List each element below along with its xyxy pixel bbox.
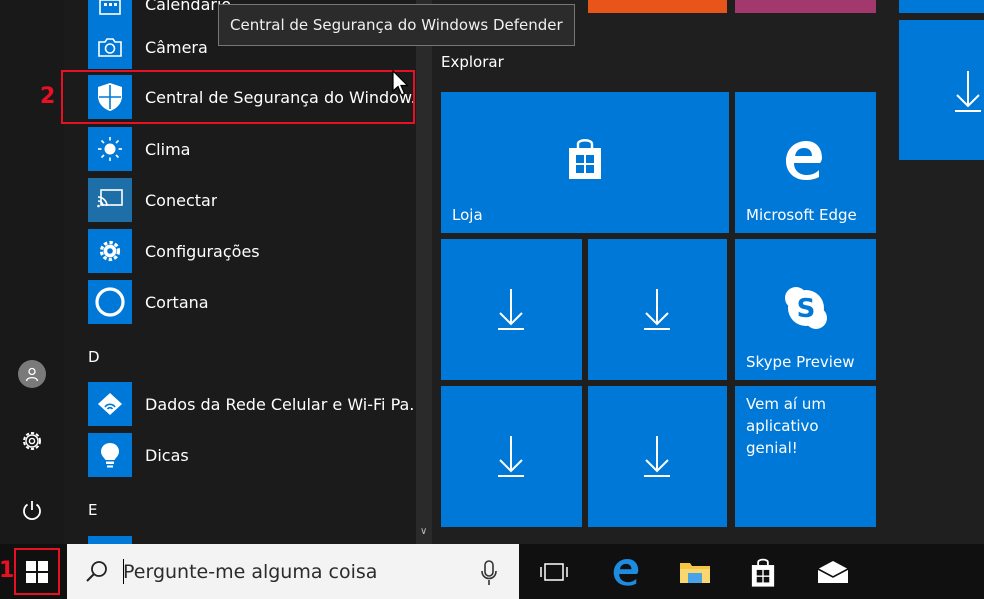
user-icon: [18, 360, 46, 388]
app-item-clima[interactable]: Clima: [88, 127, 418, 171]
app-label: Conectar: [145, 190, 218, 210]
app-label: Clima: [145, 139, 191, 159]
tile-promo[interactable]: Vem aí um aplicativo genial!: [735, 386, 876, 527]
tile-download-right[interactable]: [899, 20, 984, 160]
tile-download-4[interactable]: [588, 386, 727, 527]
download-arrow-icon: [496, 431, 526, 481]
app-item-dicas[interactable]: Dicas: [88, 433, 418, 477]
connect-cast-icon: [88, 178, 132, 222]
taskbar-file-explorer-button[interactable]: [673, 550, 717, 594]
cortana-icon: [88, 280, 132, 324]
search-box[interactable]: [67, 544, 519, 599]
settings-gear-icon: [88, 229, 132, 273]
text-caret: [123, 559, 124, 584]
user-account-button[interactable]: [12, 354, 52, 394]
download-arrow-icon: [642, 431, 672, 481]
letter-header-d[interactable]: D: [88, 348, 100, 366]
letter-header-e[interactable]: E: [88, 501, 97, 519]
taskbar-store-button[interactable]: [741, 550, 785, 594]
app-label: Dados da Rede Celular e Wi-Fi Pa...: [145, 394, 418, 414]
highlight-box-step-2: [61, 70, 415, 124]
download-arrow-icon: [953, 66, 983, 116]
file-explorer-icon: [680, 563, 710, 583]
app-label: Configurações: [145, 241, 260, 261]
search-icon: [86, 561, 107, 582]
task-view-icon: [540, 563, 568, 581]
tile-partial-right-top[interactable]: [899, 0, 984, 13]
app-list-scrollbar[interactable]: [416, 0, 432, 544]
windows-start-icon: [26, 560, 48, 583]
app-item-configuracoes[interactable]: Configurações: [88, 229, 418, 273]
edge-icon: [781, 138, 827, 182]
tooltip-text: Central de Segurança do Windows Defender: [230, 16, 563, 34]
desktop: Calendário Câmera Central de Segurança d…: [0, 0, 984, 599]
svg-text:S: S: [797, 294, 816, 324]
edge-icon: [613, 559, 639, 586]
download-arrow-icon: [496, 284, 526, 334]
start-rail: [0, 0, 64, 544]
app-label: Câmera: [145, 37, 208, 57]
mouse-cursor-icon: [392, 70, 409, 96]
taskbar-edge-button[interactable]: [604, 550, 648, 594]
microphone-icon[interactable]: [479, 559, 499, 587]
tile-loja[interactable]: Loja: [441, 92, 729, 233]
calendar-icon: [88, 0, 132, 26]
step-number-1: 1: [0, 558, 15, 583]
store-bag-icon: [565, 134, 605, 182]
skype-icon: S: [781, 283, 831, 333]
start-button[interactable]: [14, 548, 60, 595]
app-item-dados-da-rede[interactable]: Dados da Rede Celular e Wi-Fi Pa...: [88, 382, 418, 426]
tile-label: Loja: [452, 206, 483, 224]
tile-group-title[interactable]: Explorar: [441, 53, 504, 71]
tile-download-1[interactable]: [441, 239, 582, 380]
settings-gear-icon: [23, 432, 41, 450]
app-label: Dicas: [145, 445, 189, 465]
scroll-down-arrow-icon[interactable]: ∨: [420, 526, 427, 537]
download-arrow-icon: [642, 284, 672, 334]
tile-skype-preview[interactable]: S Skype Preview: [735, 239, 876, 380]
app-label: Cortana: [145, 292, 209, 312]
tile-label: Microsoft Edge: [746, 206, 857, 224]
cellular-data-icon: [88, 382, 132, 426]
app-item-conectar[interactable]: Conectar: [88, 178, 418, 222]
step-number-2: 2: [40, 84, 56, 109]
taskbar-mail-button[interactable]: [811, 550, 855, 594]
tile-microsoft-edge[interactable]: Microsoft Edge: [735, 92, 876, 233]
tooltip: Central de Segurança do Windows Defender: [218, 4, 575, 46]
start-menu: Calendário Câmera Central de Segurança d…: [0, 0, 984, 580]
taskbar: 1: [0, 544, 984, 599]
app-item-cortana[interactable]: Cortana: [88, 280, 418, 324]
task-view-button[interactable]: [532, 550, 576, 594]
power-button[interactable]: [12, 490, 52, 530]
search-input[interactable]: [123, 557, 463, 587]
tile-promo-text: Vem aí um aplicativo genial!: [746, 395, 826, 457]
tile-download-3[interactable]: [441, 386, 582, 527]
power-icon: [23, 501, 41, 521]
settings-button[interactable]: [12, 421, 52, 461]
store-icon: [751, 558, 775, 587]
tile-download-2[interactable]: [588, 239, 727, 380]
tile-label: Skype Preview: [746, 353, 855, 371]
lightbulb-icon: [88, 433, 132, 477]
tile-partial-orange[interactable]: [588, 0, 727, 13]
camera-icon: [88, 25, 132, 69]
mail-icon: [817, 561, 849, 583]
tile-partial-magenta[interactable]: [735, 0, 876, 13]
sun-weather-icon: [88, 127, 132, 171]
